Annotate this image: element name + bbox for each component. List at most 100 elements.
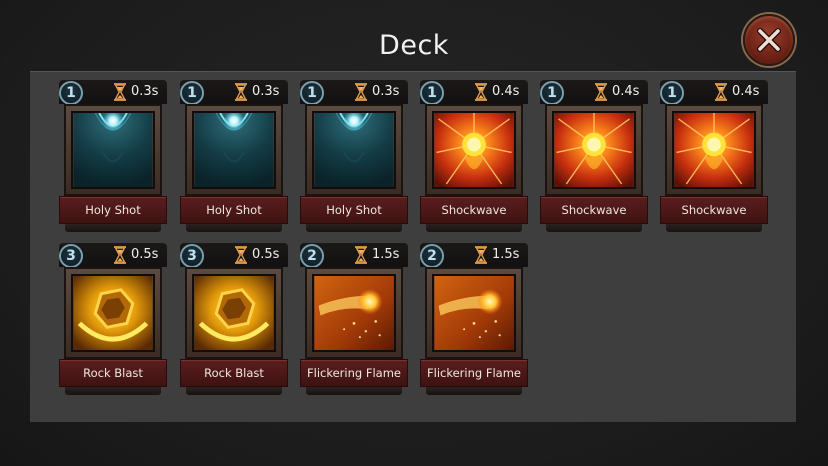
hourglass-icon <box>475 246 487 264</box>
rock-blast-art-icon <box>73 276 153 350</box>
card-art-frame <box>185 104 283 196</box>
card-art <box>672 111 756 189</box>
skill-card-shockwave[interactable]: 1 0.4s Shockwave <box>540 80 648 240</box>
card-cooldown: 0.3s <box>252 84 280 99</box>
card-count-badge: 3 <box>180 244 204 268</box>
shockwave-art-icon <box>434 113 514 187</box>
skill-card-shockwave[interactable]: 1 0.4s Shockwave <box>420 80 528 240</box>
card-header: 3 0.5s <box>59 243 167 268</box>
skill-card-holy-shot[interactable]: 1 0.3s Holy Shot <box>180 80 288 240</box>
flickering-flame-art-icon <box>314 276 394 350</box>
close-button[interactable] <box>743 14 795 66</box>
card-name: Rock Blast <box>59 359 167 387</box>
card-art-frame <box>665 104 763 196</box>
card-art-frame <box>425 104 523 196</box>
card-art <box>312 111 396 189</box>
hourglass-icon <box>355 83 367 101</box>
holy-shot-art-icon <box>314 113 394 187</box>
card-art <box>432 111 516 189</box>
card-cooldown: 0.4s <box>732 84 760 99</box>
card-cooldown: 0.5s <box>252 247 280 262</box>
card-name: Flickering Flame <box>420 359 528 387</box>
card-art <box>552 111 636 189</box>
card-cooldown: 0.4s <box>492 84 520 99</box>
hourglass-icon <box>475 83 487 101</box>
card-name: Shockwave <box>540 196 648 224</box>
card-cooldown: 1.5s <box>492 247 520 262</box>
card-count-badge: 2 <box>420 244 444 268</box>
skill-card-holy-shot[interactable]: 1 0.3s Holy Shot <box>59 80 167 240</box>
card-base <box>65 387 161 395</box>
card-base <box>546 224 642 232</box>
card-art-frame <box>64 267 162 359</box>
card-header: 2 1.5s <box>300 243 408 268</box>
card-name: Rock Blast <box>180 359 288 387</box>
card-count-badge: 1 <box>59 81 83 105</box>
card-header: 3 0.5s <box>180 243 288 268</box>
card-count-badge: 1 <box>180 81 204 105</box>
card-art <box>192 274 276 352</box>
card-art <box>312 274 396 352</box>
skill-card-rock-blast[interactable]: 3 0.5s Rock Blast <box>59 243 167 403</box>
close-x-icon <box>757 28 781 52</box>
card-art-frame <box>305 104 403 196</box>
card-art <box>432 274 516 352</box>
card-cooldown: 0.4s <box>612 84 640 99</box>
card-header: 1 0.4s <box>660 80 768 105</box>
card-name: Holy Shot <box>180 196 288 224</box>
card-cooldown: 0.3s <box>372 84 400 99</box>
card-cooldown: 1.5s <box>372 247 400 262</box>
card-base <box>666 224 762 232</box>
card-name: Holy Shot <box>59 196 167 224</box>
card-cooldown: 0.5s <box>131 247 159 262</box>
holy-shot-art-icon <box>194 113 274 187</box>
hourglass-icon <box>355 246 367 264</box>
card-art-frame <box>185 267 283 359</box>
card-count-badge: 1 <box>540 81 564 105</box>
skill-card-holy-shot[interactable]: 1 0.3s Holy Shot <box>300 80 408 240</box>
card-art-frame <box>545 104 643 196</box>
card-art-frame <box>425 267 523 359</box>
skill-card-shockwave[interactable]: 1 0.4s Shockwave <box>660 80 768 240</box>
skill-card-flickering-flame[interactable]: 2 1.5s Flickering Flame <box>300 243 408 403</box>
card-base <box>65 224 161 232</box>
deck-title: Deck <box>379 30 449 61</box>
hourglass-icon <box>595 83 607 101</box>
deck-screen: Deck 1 0.3s Holy Shot 1 0.3s Holy Shot 1… <box>0 0 828 466</box>
card-header: 1 0.4s <box>540 80 648 105</box>
hourglass-icon <box>715 83 727 101</box>
card-name: Shockwave <box>660 196 768 224</box>
card-cooldown: 0.3s <box>131 84 159 99</box>
card-base <box>186 224 282 232</box>
card-name: Holy Shot <box>300 196 408 224</box>
shockwave-art-icon <box>674 113 754 187</box>
hourglass-icon <box>114 246 126 264</box>
card-count-badge: 1 <box>300 81 324 105</box>
flickering-flame-art-icon <box>434 276 514 350</box>
card-header: 1 0.3s <box>180 80 288 105</box>
card-count-badge: 3 <box>59 244 83 268</box>
card-art <box>71 274 155 352</box>
hourglass-icon <box>235 246 247 264</box>
hourglass-icon <box>235 83 247 101</box>
shockwave-art-icon <box>554 113 634 187</box>
rock-blast-art-icon <box>194 276 274 350</box>
card-base <box>426 224 522 232</box>
hourglass-icon <box>114 83 126 101</box>
card-name: Flickering Flame <box>300 359 408 387</box>
card-count-badge: 2 <box>300 244 324 268</box>
skill-card-rock-blast[interactable]: 3 0.5s Rock Blast <box>180 243 288 403</box>
card-base <box>306 387 402 395</box>
card-count-badge: 1 <box>660 81 684 105</box>
card-name: Shockwave <box>420 196 528 224</box>
card-header: 1 0.4s <box>420 80 528 105</box>
card-header: 1 0.3s <box>59 80 167 105</box>
card-base <box>186 387 282 395</box>
card-base <box>306 224 402 232</box>
card-header: 2 1.5s <box>420 243 528 268</box>
card-header: 1 0.3s <box>300 80 408 105</box>
card-art-frame <box>64 104 162 196</box>
skill-card-flickering-flame[interactable]: 2 1.5s Flickering Flame <box>420 243 528 403</box>
holy-shot-art-icon <box>73 113 153 187</box>
card-count-badge: 1 <box>420 81 444 105</box>
